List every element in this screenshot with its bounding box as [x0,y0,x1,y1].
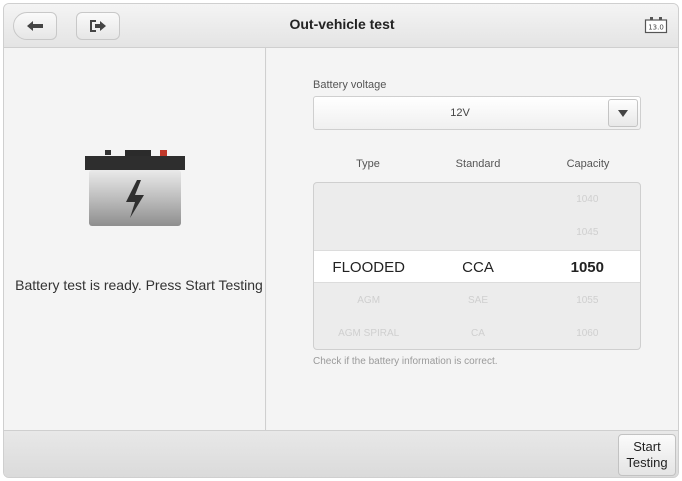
start-testing-label-line2: Testing [626,455,668,470]
picker-cell-standard: CA [471,328,485,339]
column-header-capacity: Capacity [566,158,610,170]
picker-cell-capacity: 1045 [576,227,599,238]
bottom-bar: Start Testing [4,430,678,477]
picker-cell-standard [423,183,532,216]
column-header-standard: Standard [455,158,501,170]
status-message: Battery test is ready. Press Start Testi… [15,277,263,293]
exit-icon [90,20,106,32]
left-pane: Battery test is ready. Press Start Testi… [4,48,266,430]
picker-cell-capacity: 1060 [576,328,599,339]
selected-standard: CCA [462,259,494,276]
voltage-dropdown-button[interactable] [608,99,638,127]
picker-row-selected[interactable]: FLOODED CCA 1050 [314,250,640,283]
app-window: Out-vehicle test 13.0 Battery test is re… [3,3,679,478]
triangle-down-icon [618,109,628,117]
arrow-left-icon [27,21,43,31]
voltage-select[interactable]: 12V [313,96,641,130]
picker-row[interactable]: 1045 [314,216,640,249]
battery-spec-picker[interactable]: 1040 1045 FLOODED CCA 1050 AGM SAE 1055 … [313,182,641,350]
page-title: Out-vehicle test [289,16,395,32]
picker-cell-capacity: 1055 [576,295,599,306]
start-testing-label-line1: Start [633,439,661,454]
selected-type: FLOODED [332,259,405,276]
car-battery-icon [85,150,185,226]
picker-row[interactable]: AGM SAE 1055 [314,284,640,317]
picker-cell-capacity: 1040 [576,194,599,205]
picker-row[interactable]: 1040 [314,183,640,216]
picker-cell-type [314,183,423,216]
start-testing-button[interactable]: Start Testing [618,434,676,476]
picker-cell-standard [423,216,532,249]
battery-voltage-text: 13.0 [648,24,664,32]
selected-capacity: 1050 [570,259,604,276]
voltage-value: 12V [450,107,470,119]
picker-cell-type [314,216,423,249]
right-pane: Battery voltage 12V Type Standard Capaci… [267,48,678,430]
battery-status: 13.0 [644,16,668,39]
picker-row[interactable]: AGM SPIRAL CA 1060 [314,317,640,349]
back-button[interactable] [13,12,57,40]
column-header-type: Type [356,158,380,170]
top-bar: Out-vehicle test 13.0 [4,4,678,48]
exit-button[interactable] [76,12,120,40]
picker-cell-type: AGM SPIRAL [338,328,400,339]
picker-cell-standard: SAE [467,295,488,306]
battery-graphic [79,150,191,237]
picker-cell-type: AGM [357,295,381,306]
voltage-label: Battery voltage [313,79,387,91]
battery-icon: 13.0 [644,17,668,34]
hint-text: Check if the battery information is corr… [313,356,498,367]
